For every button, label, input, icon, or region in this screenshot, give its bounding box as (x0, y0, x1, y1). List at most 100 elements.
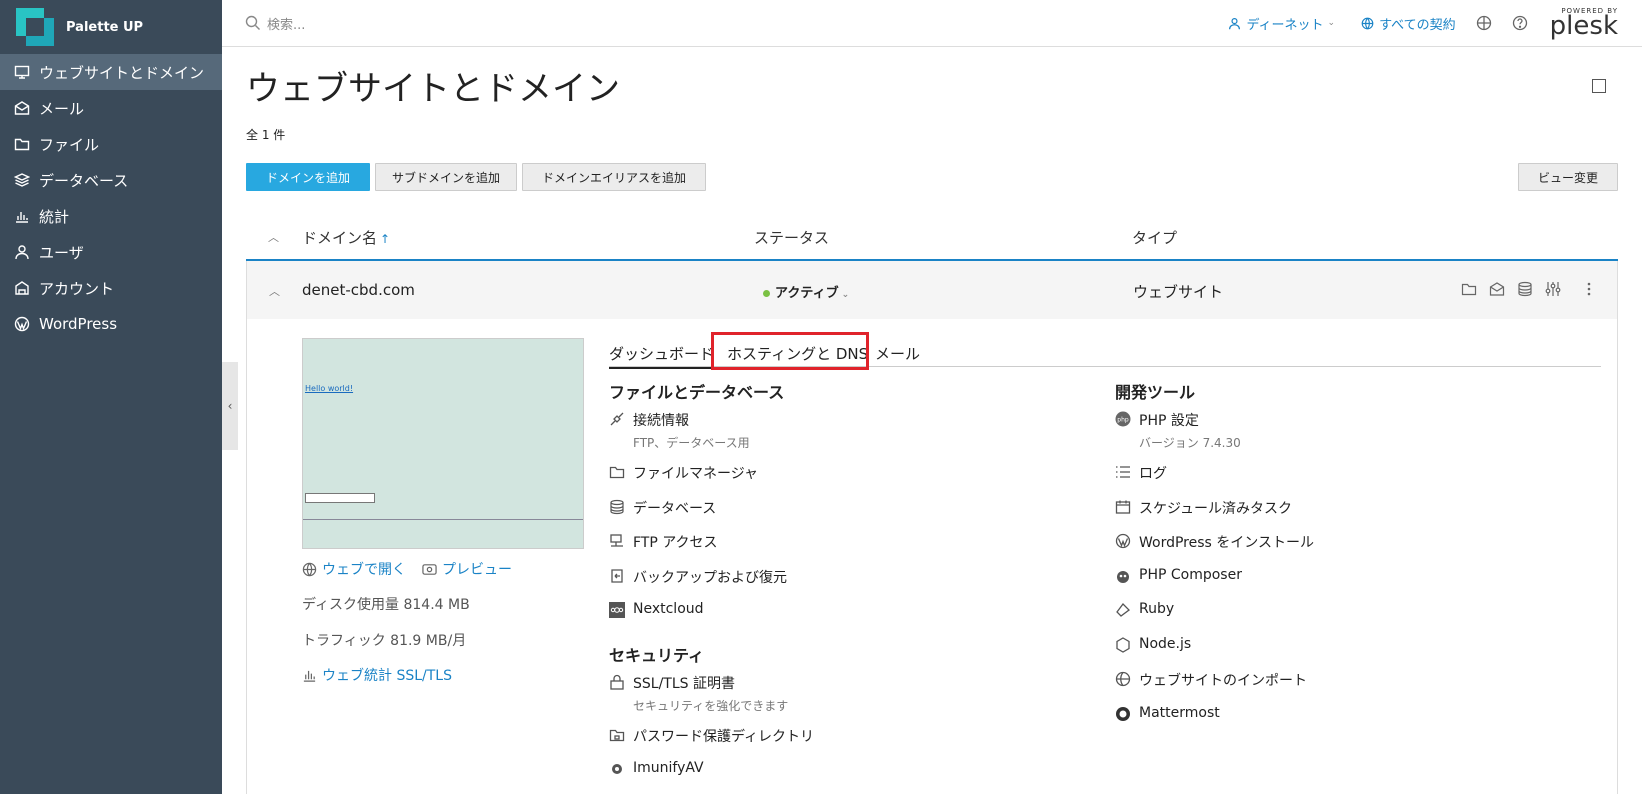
main-content: ウェブサイトとドメイン 全 1 件 ドメインを追加 サブドメインを追加 ドメイン… (246, 47, 1618, 794)
subscriptions-label: すべての契約 (1379, 17, 1456, 33)
sidebar-item-users[interactable]: ユーザ (0, 234, 222, 270)
wordpress-icon (14, 316, 30, 332)
add-domain-alias-button[interactable]: ドメインエイリアスを追加 (522, 163, 706, 191)
user-menu[interactable]: ディーネット ⌄ (1228, 14, 1335, 33)
ruby-icon (1116, 603, 1130, 617)
sidebar-item-label: ウェブサイトとドメイン (39, 63, 205, 82)
status-dot (763, 290, 770, 297)
sidebar-item-files[interactable]: ファイル (0, 126, 222, 162)
nodejs-icon (1116, 637, 1130, 653)
connection-info-link[interactable]: 接続情報 FTP、データベース用 (609, 410, 750, 451)
sidebar-item-label: アカウント (39, 279, 115, 298)
site-thumbnail[interactable]: Hello world! (302, 338, 584, 549)
chevron-down-icon: ⌄ (1327, 18, 1336, 28)
password-protected-dirs-link[interactable]: パスワード保護ディレクトリ (609, 726, 814, 746)
scheduled-tasks-link[interactable]: スケジュール済みタスク (1115, 498, 1292, 518)
table-row[interactable]: ︿ denet-cbd.com アクティブ ⌄ ウェブサイト (246, 261, 1618, 319)
website-import-link[interactable]: ウェブサイトのインポート (1115, 670, 1307, 690)
ftp-icon (610, 534, 623, 547)
brand[interactable]: Palette UP (0, 0, 222, 54)
domain-name[interactable]: denet-cbd.com (302, 281, 415, 299)
column-type[interactable]: タイプ (1132, 227, 1177, 248)
tab-dashboard[interactable]: ダッシュボード (609, 343, 715, 369)
user-menu-label: ディーネット (1246, 17, 1324, 33)
search-icon (245, 15, 260, 30)
tab-mail[interactable]: メール (875, 343, 920, 364)
sidebar-item-databases[interactable]: データベース (0, 162, 222, 198)
user-icon (1229, 17, 1241, 29)
subscriptions-link[interactable]: すべての契約 (1361, 14, 1456, 33)
sidebar-collapse-toggle[interactable]: ‹ (222, 362, 238, 450)
change-view-button[interactable]: ビュー変更 (1518, 163, 1618, 191)
ruby-link[interactable]: Ruby (1115, 601, 1174, 618)
nextcloud-link[interactable]: Nextcloud (609, 601, 704, 618)
collapse-all-icon[interactable]: ︿ (268, 229, 279, 245)
open-in-web-link[interactable]: ウェブで開く (302, 559, 406, 579)
certificate-icon (610, 674, 624, 690)
settings-sliders-icon[interactable] (1545, 281, 1561, 297)
collapse-row-icon[interactable]: ︿ (269, 283, 280, 299)
domain-type: ウェブサイト (1133, 283, 1224, 301)
table-header: ︿ ドメイン名 ↑ ステータス タイプ (246, 211, 1618, 261)
imunifyav-link[interactable]: ImunifyAV (609, 760, 704, 777)
preview-link[interactable]: プレビュー (422, 559, 512, 579)
wordpress-icon (1115, 533, 1131, 549)
log-icon (1116, 466, 1130, 478)
globe-icon (302, 562, 317, 576)
database-icon[interactable] (1517, 281, 1533, 297)
thumbnail-search-box (305, 493, 375, 503)
column-status[interactable]: ステータス (754, 227, 829, 248)
disk-usage: ディスク使用量 814.4 MB (302, 597, 470, 613)
svg-text:php: php (1117, 417, 1129, 424)
sidebar-item-account[interactable]: アカウント (0, 270, 222, 306)
ftp-access-link[interactable]: FTP アクセス (609, 532, 718, 552)
composer-icon (1117, 571, 1129, 583)
add-subdomain-button[interactable]: サブドメインを追加 (375, 163, 517, 191)
search-placeholder: 検索... (267, 17, 306, 33)
mattermost-link[interactable]: Mattermost (1115, 705, 1220, 722)
highlight-box (711, 332, 869, 370)
section-files-databases: ファイルとデータベース (609, 383, 785, 402)
search-field[interactable]: 検索... (245, 14, 305, 33)
detail-tabs: ダッシュボード ホスティングと DNS メール (609, 332, 1601, 370)
folder-icon (14, 136, 30, 152)
sidebar-item-mail[interactable]: メール (0, 90, 222, 126)
brand-logo (16, 8, 54, 46)
extensions-icon[interactable] (1476, 15, 1492, 31)
column-domain[interactable]: ドメイン名 ↑ (302, 227, 390, 248)
php-settings-link[interactable]: php PHP 設定 バージョン 7.4.30 (1115, 410, 1241, 451)
web-stats-link[interactable]: ウェブ統計 SSL/TLS (302, 665, 452, 685)
help-icon[interactable] (1512, 15, 1528, 31)
sidebar-item-label: メール (39, 99, 85, 118)
sidebar-item-stats[interactable]: 統計 (0, 198, 222, 234)
more-vertical-icon[interactable] (1581, 281, 1597, 297)
user-icon (14, 244, 30, 260)
page-title: ウェブサイトとドメイン (246, 69, 620, 109)
nextcloud-icon (609, 602, 625, 618)
sidebar-item-wordpress[interactable]: WordPress (0, 306, 222, 342)
add-domain-button[interactable]: ドメインを追加 (246, 163, 370, 191)
logs-link[interactable]: ログ (1115, 463, 1167, 483)
stats-icon (14, 208, 30, 224)
sidebar-item-label: ファイル (39, 135, 100, 154)
backup-restore-link[interactable]: バックアップおよび復元 (609, 567, 787, 587)
sort-asc-icon: ↑ (380, 232, 391, 246)
status-badge[interactable]: アクティブ ⌄ (763, 282, 849, 301)
nodejs-link[interactable]: Node.js (1115, 636, 1191, 653)
section-security: セキュリティ (609, 646, 705, 665)
php-icon: php (1115, 411, 1131, 427)
databases-link[interactable]: データベース (609, 498, 716, 518)
file-manager-link[interactable]: ファイルマネージャ (609, 463, 758, 483)
traffic: トラフィック 81.9 MB/月 (302, 633, 467, 649)
database-icon (14, 172, 30, 188)
install-wordpress-link[interactable]: WordPress をインストール (1115, 532, 1314, 552)
calendar-icon (1115, 500, 1131, 514)
domain-detail-panel: Hello world! ウェブで開く プレビュー ディスク使用量 814.4 … (246, 319, 1618, 794)
side-panel-toggle-icon[interactable] (1592, 79, 1606, 93)
ssl-certificates-link[interactable]: SSL/TLS 証明書 セキュリティを強化できます (609, 673, 788, 714)
php-composer-link[interactable]: PHP Composer (1115, 567, 1242, 584)
chevron-down-icon: ⌄ (841, 290, 850, 300)
folder-icon[interactable] (1461, 281, 1477, 297)
mail-icon[interactable] (1489, 281, 1505, 297)
sidebar-item-websites[interactable]: ウェブサイトとドメイン (0, 54, 222, 90)
